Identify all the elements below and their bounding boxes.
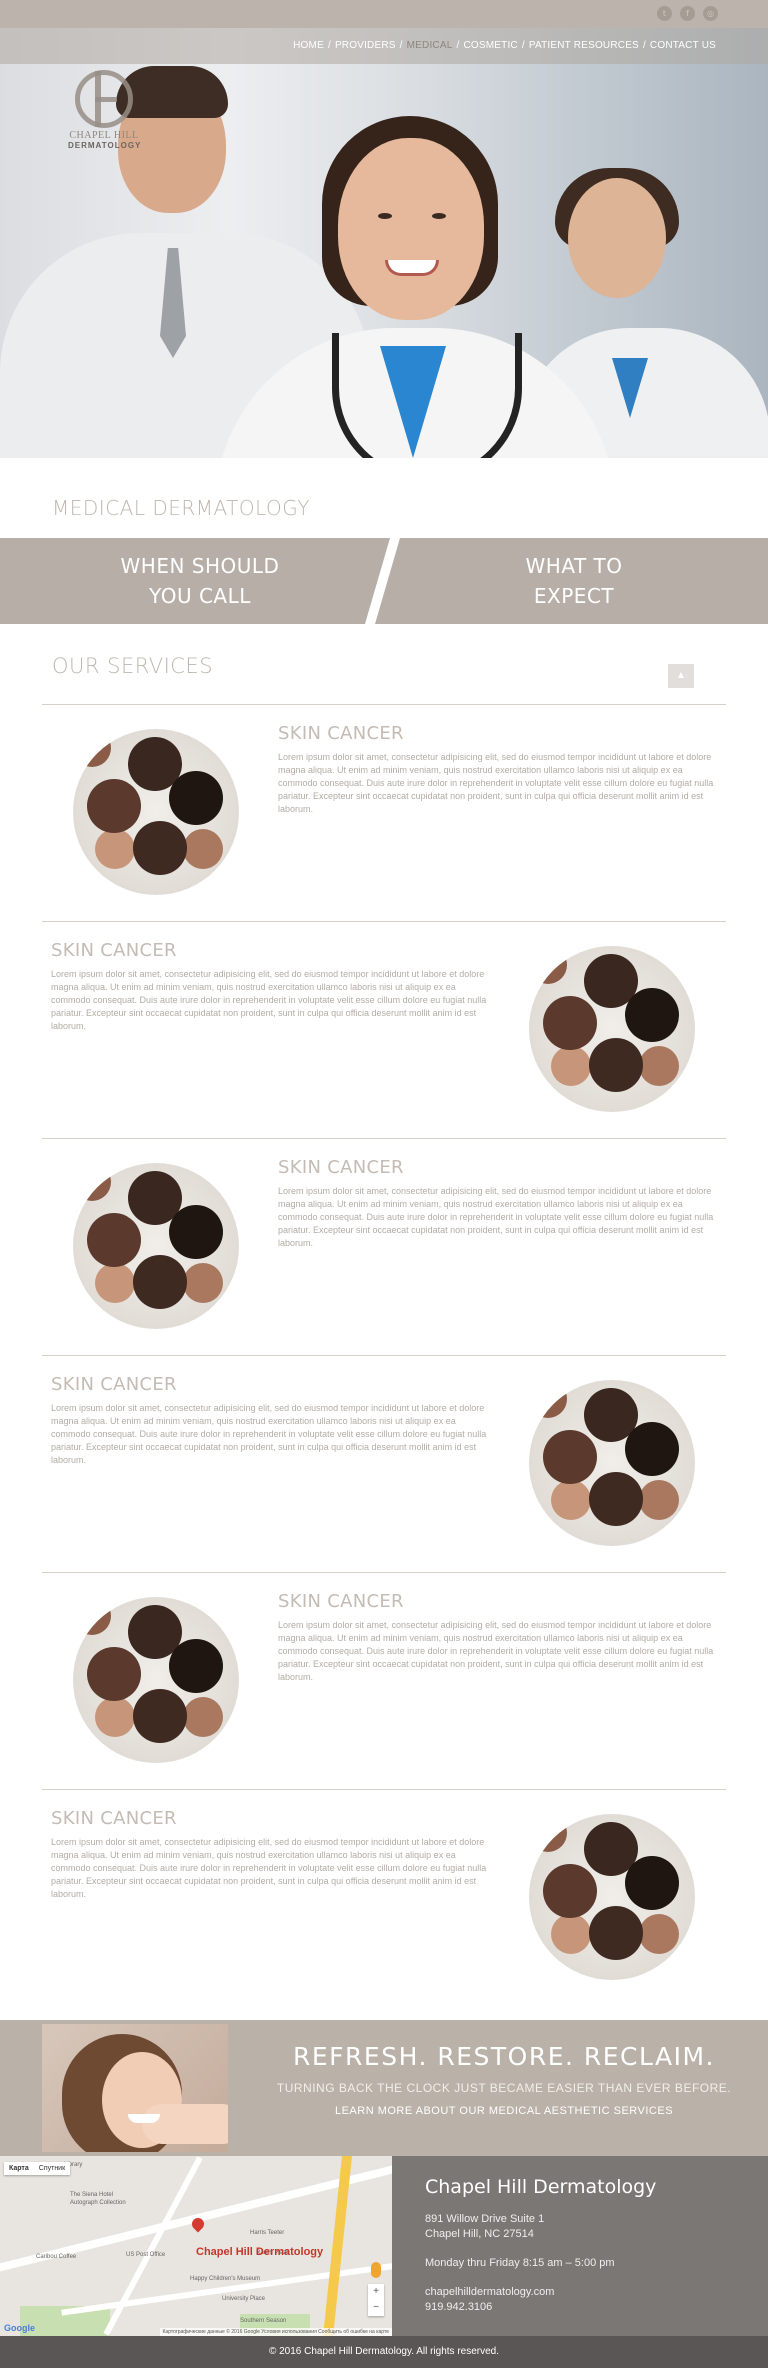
service-title[interactable]: SKIN CANCER [51, 1374, 491, 1395]
map-zoom-control: + − [368, 2284, 384, 2316]
cta-right-line2: EXPECT [533, 584, 615, 608]
service-description: Lorem ipsum dolor sit amet, consectetur … [51, 1837, 487, 1899]
cta-left-line1: WHEN SHOULD [120, 554, 280, 578]
service-image [529, 1814, 695, 1980]
website-link[interactable]: chapelhilldermatology.com [425, 2285, 656, 2300]
nav-providers[interactable]: PROVIDERS [335, 40, 396, 51]
social-links: t f ◎ [657, 6, 718, 21]
map-type-map-button[interactable]: Карта [4, 2162, 34, 2175]
service-description: Lorem ipsum dolor sit amet, consectetur … [278, 752, 714, 814]
service-description: Lorem ipsum dolor sit amet, consectetur … [51, 1403, 487, 1465]
service-description: Lorem ipsum dolor sit amet, consectetur … [278, 1186, 714, 1248]
service-item: SKIN CANCER Lorem ipsum dolor sit amet, … [0, 705, 768, 921]
service-item: SKIN CANCER Lorem ipsum dolor sit amet, … [0, 922, 768, 1138]
contact-info: Chapel Hill Dermatology 891 Willow Drive… [425, 2176, 656, 2315]
service-description: Lorem ipsum dolor sit amet, consectetur … [51, 969, 487, 1031]
address-line1: 891 Willow Drive Suite 1 [425, 2213, 545, 2225]
nav-medical[interactable]: MEDICAL [407, 40, 453, 51]
office-hours: Monday thru Friday 8:15 am – 5:00 pm [425, 2257, 615, 2269]
street-view-icon[interactable] [371, 2262, 381, 2278]
service-item: SKIN CANCER Lorem ipsum dolor sit amet, … [0, 1573, 768, 1789]
service-image [73, 729, 239, 895]
nav-separator: / [456, 40, 460, 51]
address-line2: Chapel Hill, NC 27514 [425, 2228, 534, 2240]
twitter-icon[interactable]: t [657, 6, 672, 21]
service-title[interactable]: SKIN CANCER [278, 723, 718, 744]
cta-band: WHEN SHOULD YOU CALL WHAT TO EXPECT [0, 538, 768, 624]
logo-line2: DERMATOLOGY [68, 141, 142, 150]
service-title[interactable]: SKIN CANCER [278, 1591, 718, 1612]
nav-separator: / [642, 40, 646, 51]
medical-dermatology-title: MEDICAL DERMATOLOGY [52, 496, 311, 520]
map-place-label: Autograph Collection [70, 2200, 126, 2206]
service-image [529, 1380, 695, 1546]
logo-line1: CHAPEL HILL [69, 130, 139, 141]
service-image [73, 1597, 239, 1763]
map-place-label: Southern Season [240, 2318, 287, 2324]
map-place-label: University Place [222, 2296, 266, 2302]
service-image [73, 1163, 239, 1329]
when-should-you-call-button[interactable]: WHEN SHOULD YOU CALL [0, 538, 400, 624]
zoom-out-button[interactable]: − [368, 2300, 384, 2316]
map-marker-label: Chapel Hill Dermatology [196, 2246, 324, 2258]
promo-subtitle: TURNING BACK THE CLOCK JUST BECAME EASIE… [276, 2081, 732, 2095]
hero-banner: HOME / PROVIDERS / MEDICAL / COSMETIC / … [0, 28, 768, 458]
cta-right-line1: WHAT TO [525, 554, 623, 578]
map-attribution[interactable]: Картографические данные © 2016 Google Ус… [159, 2328, 392, 2336]
map-place-label: US Post Office [126, 2252, 166, 2258]
nav-contact-us[interactable]: CONTACT US [650, 40, 716, 51]
service-title[interactable]: SKIN CANCER [51, 940, 491, 961]
chevron-up-icon[interactable]: ▲ [668, 664, 694, 688]
service-title[interactable]: SKIN CANCER [278, 1157, 718, 1178]
nav-patient-resources[interactable]: PATIENT RESOURCES [529, 40, 639, 51]
promo-learn-more-link[interactable]: LEARN MORE ABOUT OUR MEDICAL AESTHETIC S… [240, 2105, 768, 2117]
instagram-icon[interactable]: ◎ [703, 6, 718, 21]
services-title: OUR SERVICES [52, 654, 214, 678]
phone-link[interactable]: 919.942.3106 [425, 2300, 656, 2315]
main-nav: HOME / PROVIDERS / MEDICAL / COSMETIC / … [293, 40, 716, 51]
nav-separator: / [521, 40, 525, 51]
map-place-label: Happy Children's Museum [190, 2276, 261, 2282]
cta-left-line2: YOU CALL [149, 584, 251, 608]
location-map[interactable]: The Siena Hotel Autograph Collection US … [0, 2156, 392, 2336]
promo-photo [42, 2024, 228, 2152]
service-title[interactable]: SKIN CANCER [51, 1808, 491, 1829]
practice-name: Chapel Hill Dermatology [425, 2176, 657, 2198]
nav-separator: / [327, 40, 331, 51]
map-type-satellite-button[interactable]: Спутник [34, 2162, 70, 2175]
service-item: SKIN CANCER Lorem ipsum dolor sit amet, … [0, 1790, 768, 2006]
nav-cosmetic[interactable]: COSMETIC [463, 40, 517, 51]
service-item: SKIN CANCER Lorem ipsum dolor sit amet, … [0, 1356, 768, 1572]
services-header: OUR SERVICES ▲ [0, 654, 768, 705]
aesthetic-promo-band: REFRESH. RESTORE. RECLAIM. TURNING BACK … [0, 2020, 768, 2156]
top-bar: t f ◎ [0, 0, 768, 28]
logo[interactable]: CHAPEL HILL DERMATOLOGY [68, 70, 140, 150]
service-image [529, 946, 695, 1112]
map-type-control: Карта Спутник [4, 2162, 71, 2175]
promo-title: REFRESH. RESTORE. RECLAIM. [293, 2042, 715, 2071]
what-to-expect-button[interactable]: WHAT TO EXPECT [380, 538, 768, 624]
map-place-label: Caribou Coffee [36, 2254, 77, 2260]
facebook-icon[interactable]: f [680, 6, 695, 21]
service-description: Lorem ipsum dolor sit amet, consectetur … [278, 1620, 714, 1682]
zoom-in-button[interactable]: + [368, 2284, 384, 2300]
nav-separator: / [399, 40, 403, 51]
nav-home[interactable]: HOME [293, 40, 324, 51]
map-place-label: The Siena Hotel [70, 2192, 114, 2198]
logo-mark-icon [75, 70, 133, 128]
copyright-text: © 2016 Chapel Hill Dermatology. All righ… [268, 2346, 500, 2357]
contact-section: The Siena Hotel Autograph Collection US … [0, 2156, 768, 2336]
footer: © 2016 Chapel Hill Dermatology. All righ… [0, 2336, 768, 2368]
service-item: SKIN CANCER Lorem ipsum dolor sit amet, … [0, 1139, 768, 1355]
map-place-label: Harris Teeter [250, 2230, 285, 2236]
